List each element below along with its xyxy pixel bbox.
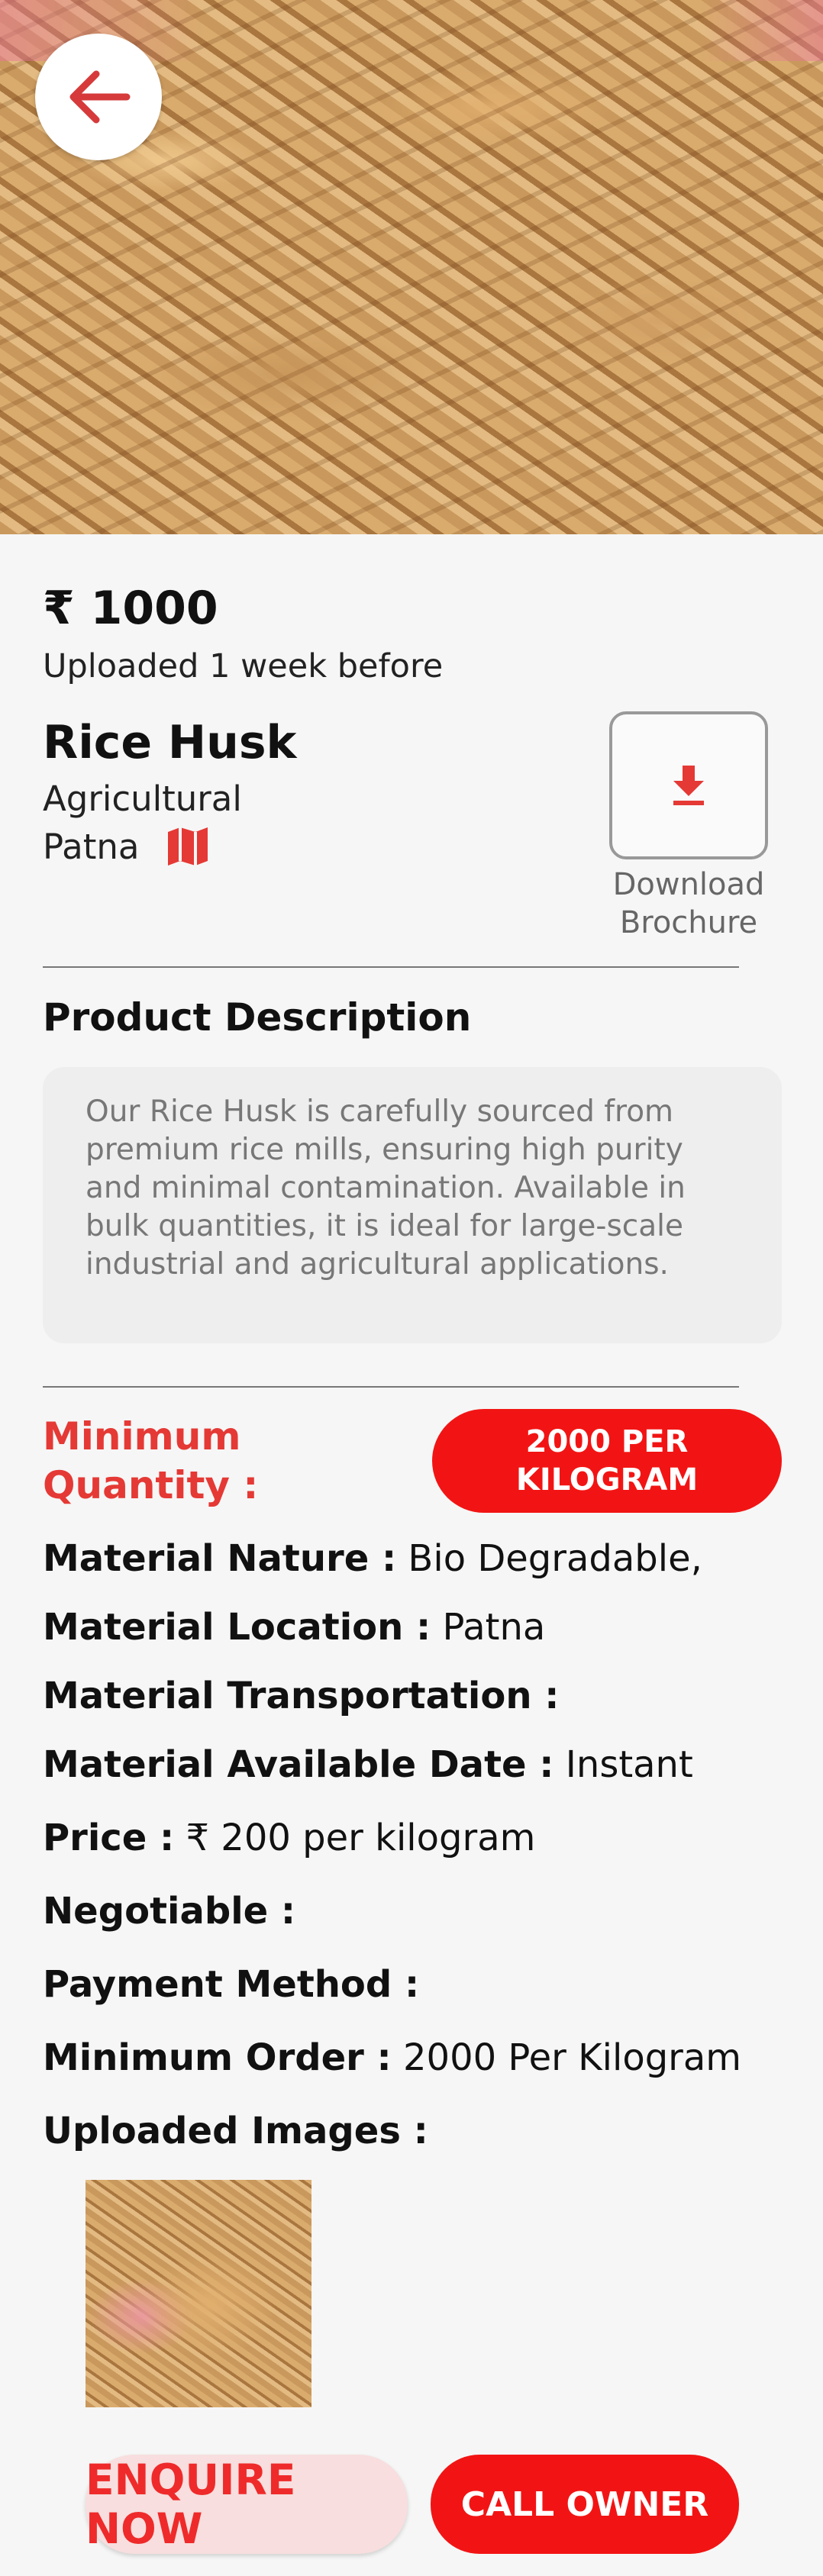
arrow-left-icon: [69, 70, 131, 124]
map-icon[interactable]: [166, 826, 209, 867]
download-brochure-label: Download Brochure: [612, 867, 765, 940]
field-material-available-date: Material Available Date : Instant: [43, 1743, 693, 1786]
field-payment-method: Payment Method :: [43, 1963, 420, 2006]
download-icon: [673, 766, 704, 805]
field-minimum-order: Minimum Order : 2000 Per Kilogram: [43, 2036, 742, 2079]
minimum-quantity-label: Minimum Quantity :: [43, 1414, 259, 1507]
field-uploaded-images: Uploaded Images :: [43, 2110, 428, 2152]
field-price: Price : ₹ 200 per kilogram: [43, 1817, 536, 1859]
description-heading: Product Description: [43, 995, 472, 1040]
product-category: Agricultural: [43, 779, 242, 819]
divider: [43, 966, 739, 968]
field-negotiable: Negotiable :: [43, 1890, 296, 1933]
enquire-now-button[interactable]: ENQUIRE NOW: [86, 2455, 408, 2554]
call-owner-button[interactable]: CALL OWNER: [431, 2455, 739, 2554]
product-price: ₹ 1000: [43, 582, 218, 635]
location-row: Patna: [43, 826, 209, 867]
location-text: Patna: [43, 826, 140, 867]
field-material-nature: Material Nature : Bio Degradable,: [43, 1537, 702, 1580]
uploaded-image-thumbnail[interactable]: [86, 2180, 311, 2407]
field-material-transportation: Material Transportation :: [43, 1675, 560, 1717]
back-button[interactable]: [35, 34, 162, 160]
divider: [43, 1386, 739, 1388]
field-material-location: Material Location : Patna: [43, 1606, 546, 1649]
upload-time: Uploaded 1 week before: [43, 647, 444, 685]
download-brochure-button[interactable]: [609, 711, 768, 859]
minimum-quantity-badge: 2000 PER KILOGRAM: [432, 1409, 782, 1513]
description-box: Our Rice Husk is carefully sourced from …: [43, 1067, 782, 1343]
description-text: Our Rice Husk is carefully sourced from …: [86, 1095, 686, 1282]
product-title: Rice Husk: [43, 716, 297, 769]
